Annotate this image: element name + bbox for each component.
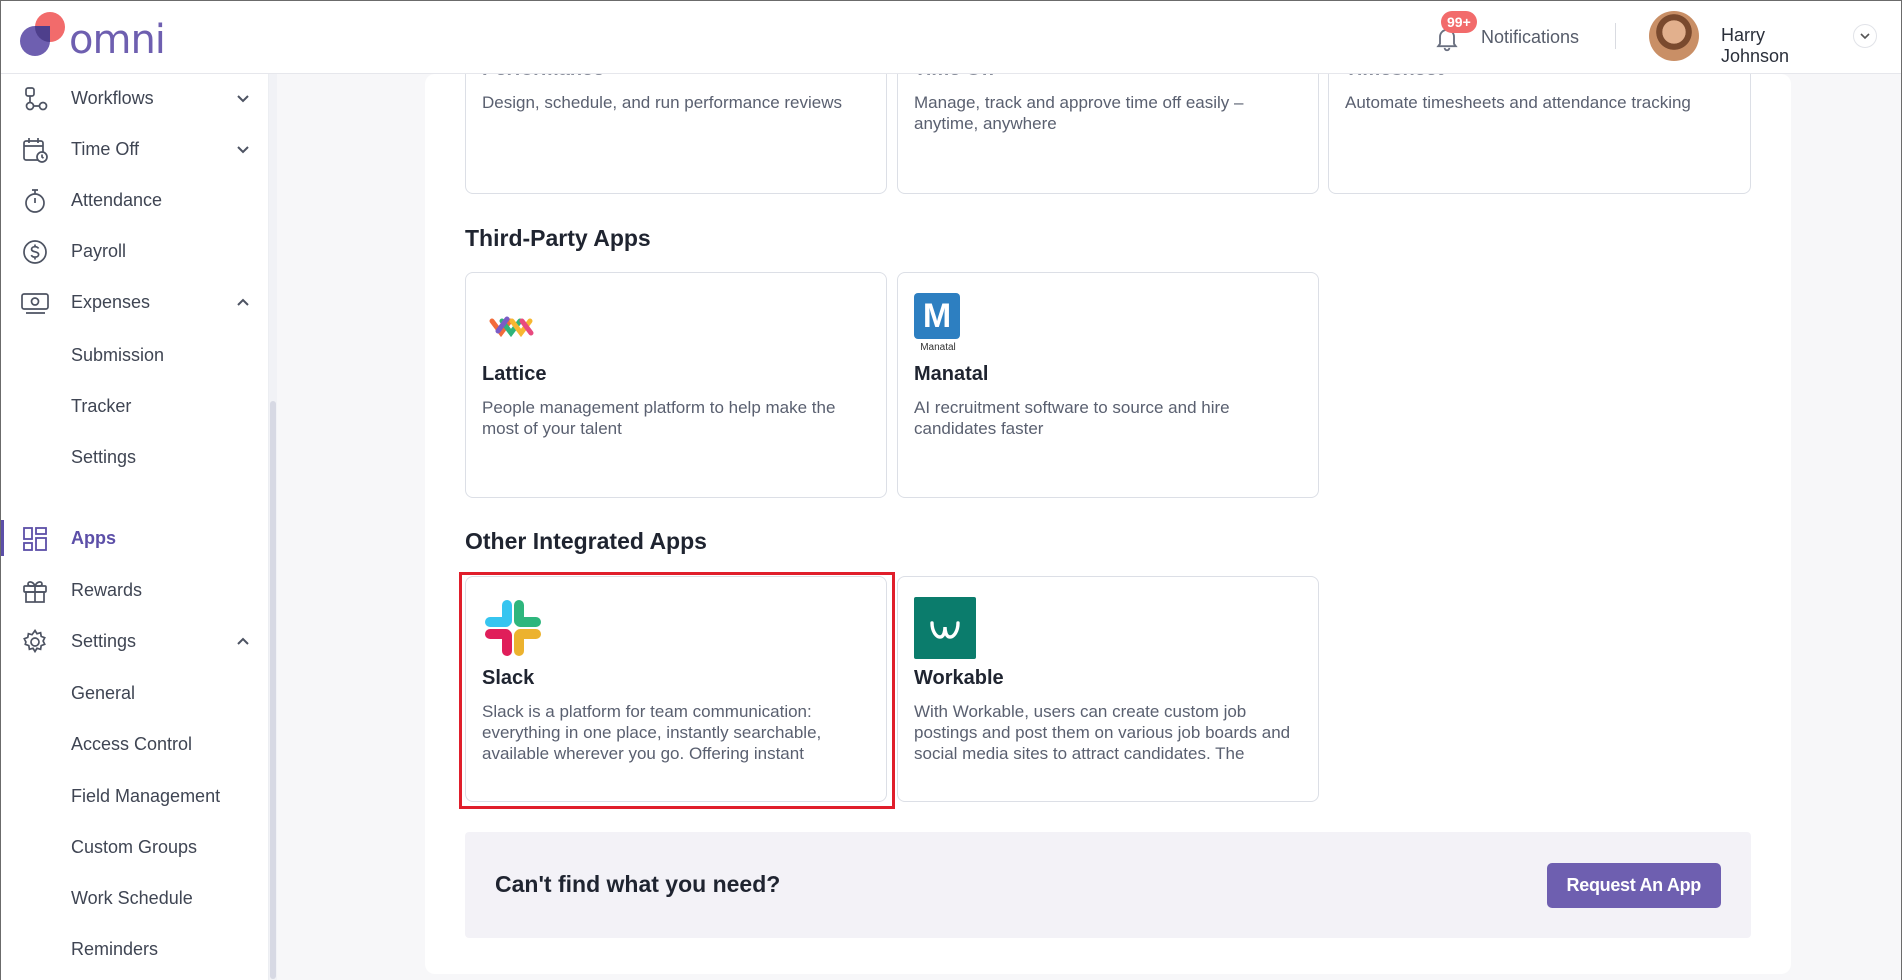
chevron-down-icon[interactable]	[235, 141, 251, 157]
chevron-down-icon[interactable]	[235, 90, 251, 106]
user-name[interactable]: Harry Johnson	[1721, 25, 1789, 67]
sidebar-sub-submission[interactable]: Submission	[71, 345, 164, 366]
cash-icon	[21, 293, 49, 314]
sidebar-item-attendance[interactable]: Attendance	[1, 178, 269, 222]
lattice-logo-icon	[489, 316, 534, 338]
app-card-manatal[interactable]: M Manatal Manatal AI recruitment softwar…	[897, 272, 1319, 498]
request-app-banner: Can't find what you need? Request An App	[465, 832, 1751, 938]
apps-grid-icon	[23, 527, 47, 551]
section-title-other-integrated: Other Integrated Apps	[465, 528, 707, 554]
notifications-area[interactable]: 99+ Notifications	[1429, 11, 1589, 61]
sidebar-sub-tracker[interactable]: Tracker	[71, 396, 131, 417]
header-divider	[1615, 23, 1616, 49]
cta-question: Can't find what you need?	[495, 871, 781, 897]
notifications-badge: 99+	[1441, 11, 1477, 33]
user-menu-chevron-icon[interactable]	[1853, 24, 1877, 48]
notifications-label: Notifications	[1481, 27, 1580, 47]
gift-icon	[23, 581, 47, 603]
app-card-lattice[interactable]: Lattice People management platform to he…	[465, 272, 887, 498]
dollar-icon	[23, 240, 47, 264]
gear-icon	[23, 628, 46, 654]
sidebar-sub-work-schedule[interactable]: Work Schedule	[71, 888, 193, 909]
workable-logo-icon	[914, 597, 976, 659]
sidebar-item-apps[interactable]: Apps	[1, 516, 269, 560]
sidebar-scrollbar-thumb[interactable]	[270, 401, 276, 979]
sidebar-item-time-off[interactable]: Time Off	[1, 127, 269, 171]
sidebar-item-rewards[interactable]: Rewards	[1, 568, 269, 612]
sidebar-item-payroll[interactable]: Payroll	[1, 229, 269, 273]
sidebar-sub-reminders[interactable]: Reminders	[71, 939, 158, 960]
slack-card-highlight	[459, 572, 895, 809]
chevron-up-icon[interactable]	[235, 294, 251, 310]
sidebar-sub-access-control[interactable]: Access Control	[71, 734, 192, 755]
sidebar-item-settings[interactable]: Settings	[1, 619, 269, 663]
sidebar-sub-general[interactable]: General	[71, 683, 135, 704]
active-indicator	[1, 520, 4, 556]
sidebar-item-workflows[interactable]: Workflows	[1, 76, 269, 120]
sidebar-sub-custom-groups[interactable]: Custom Groups	[71, 837, 197, 858]
calendar-clock-icon	[23, 138, 48, 163]
section-title-third-party: Third-Party Apps	[465, 225, 651, 251]
manatal-logo-icon: M Manatal	[914, 293, 962, 355]
workflow-icon	[25, 87, 48, 111]
sidebar-sub-field-management[interactable]: Field Management	[71, 786, 220, 807]
sidebar-sub-expense-settings[interactable]: Settings	[71, 447, 136, 468]
omni-logo[interactable]: omni	[20, 12, 166, 63]
stopwatch-icon	[25, 189, 45, 213]
app-card-workable[interactable]: Workable With Workable, users can create…	[897, 576, 1319, 802]
avatar[interactable]	[1649, 11, 1699, 61]
sidebar: Workflows Time Off Attendance Payroll Ex…	[1, 74, 269, 980]
chevron-up-icon[interactable]	[235, 633, 251, 649]
sidebar-item-expenses[interactable]: Expenses	[1, 280, 269, 324]
request-an-app-button[interactable]: Request An App	[1546, 863, 1721, 908]
